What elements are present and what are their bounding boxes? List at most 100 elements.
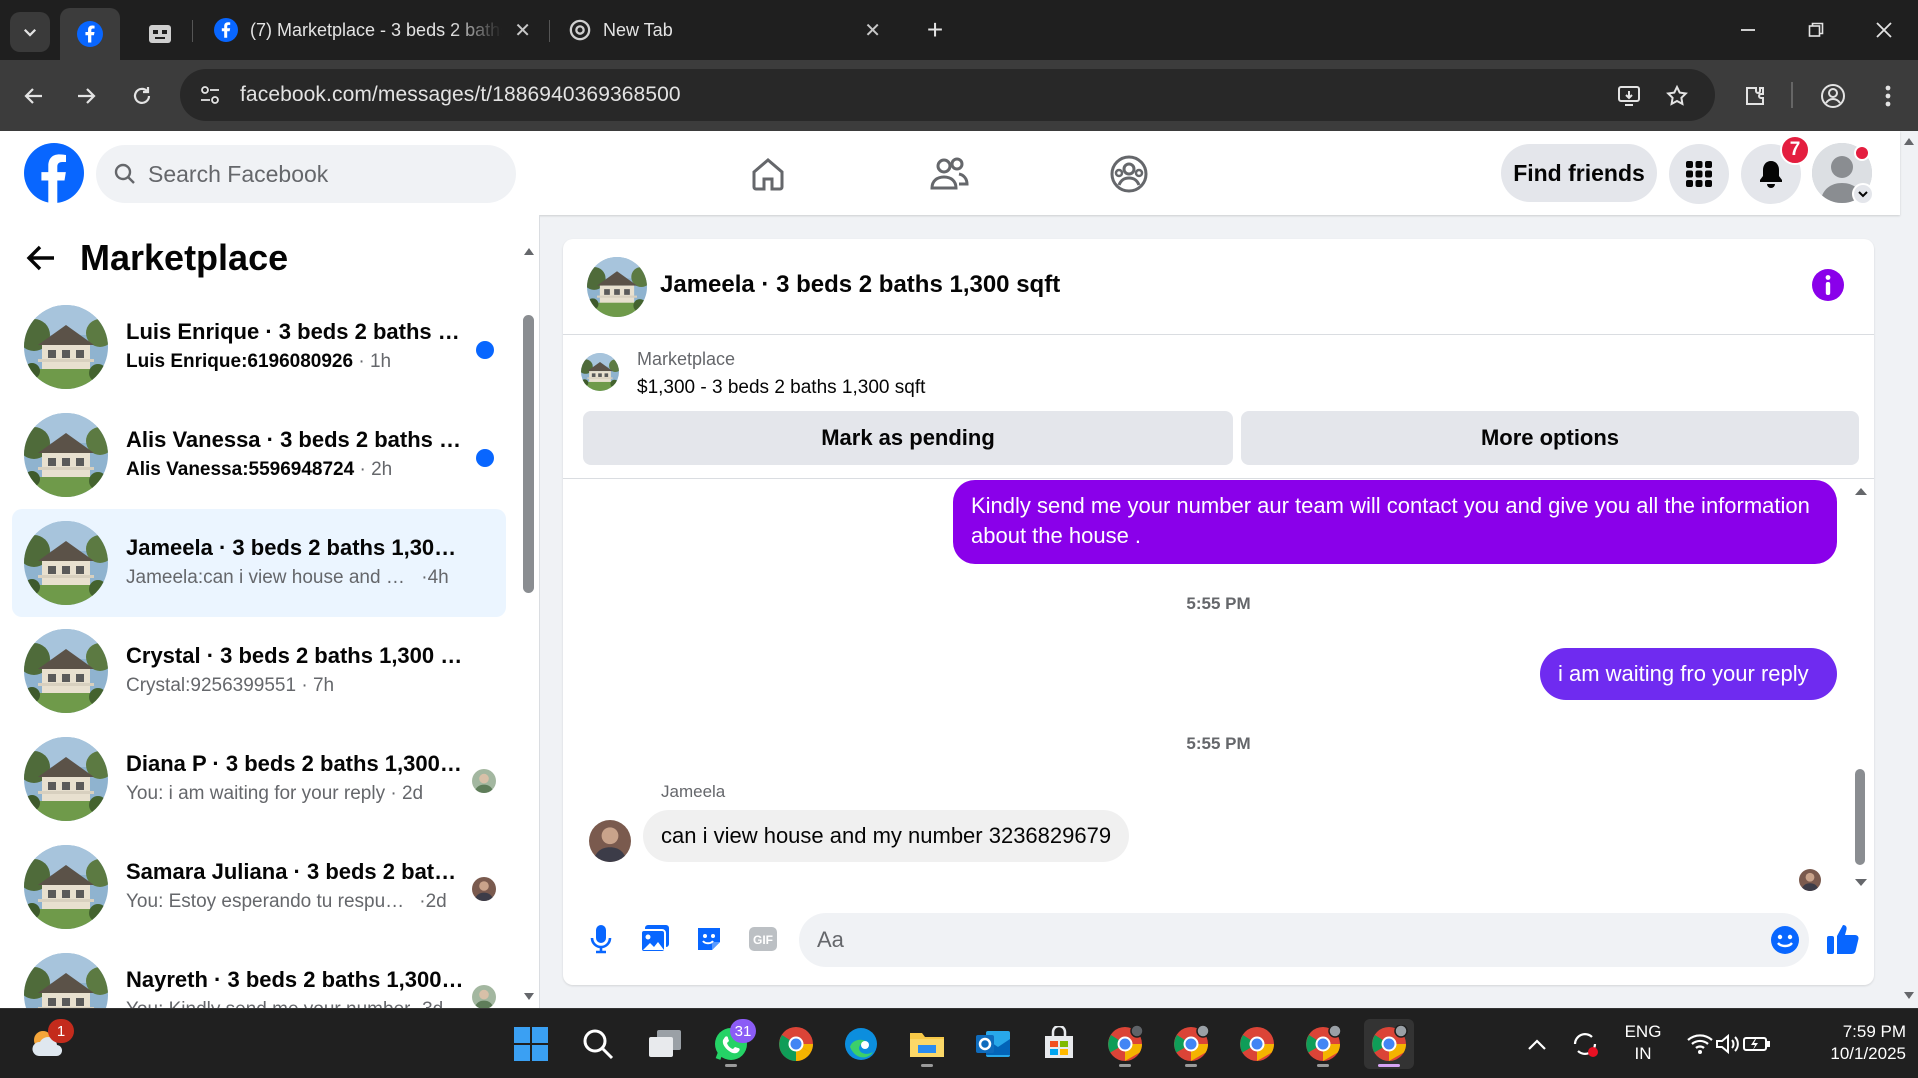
seen-avatar: [472, 985, 496, 1008]
listing-thumbnail: [24, 521, 108, 605]
close-icon[interactable]: ✕: [514, 18, 531, 43]
page-scroll-down-arrow-icon[interactable]: [1902, 990, 1916, 1002]
thumbs-up-icon[interactable]: [1821, 917, 1865, 961]
account-chevron-icon[interactable]: [1852, 183, 1874, 205]
home-icon[interactable]: [738, 149, 798, 199]
restore-icon[interactable]: [1796, 10, 1836, 50]
close-icon[interactable]: ✕: [864, 18, 881, 43]
facebook-search[interactable]: [96, 145, 516, 203]
running-indicator: [1317, 1064, 1329, 1067]
start-button[interactable]: [506, 1019, 556, 1069]
sender-avatar[interactable]: [589, 820, 631, 862]
listing-thumbnail: [24, 845, 108, 929]
minimize-icon[interactable]: [1728, 10, 1768, 50]
back-arrow-icon[interactable]: [14, 76, 54, 116]
reload-icon[interactable]: [122, 76, 162, 116]
groups-icon[interactable]: [1099, 149, 1159, 199]
network-volume-battery[interactable]: [1674, 1019, 1784, 1069]
scroll-down-arrow-icon[interactable]: [1853, 877, 1869, 889]
language-indicator[interactable]: ENG IN: [1618, 1021, 1668, 1065]
new-tab-plus-icon[interactable]: +: [917, 12, 953, 48]
conversation-item-active[interactable]: Jameela · 3 beds 2 baths 1,300 sqft Jame…: [12, 509, 506, 617]
mark-as-pending-button[interactable]: Mark as pending: [583, 411, 1233, 465]
taskbar-edge[interactable]: [836, 1019, 886, 1069]
taskbar-chrome-profile-4[interactable]: [1298, 1019, 1348, 1069]
forward-arrow-icon[interactable]: [66, 76, 106, 116]
chrome-menu-icon[interactable]: [1868, 76, 1908, 116]
more-options-button[interactable]: More options: [1241, 411, 1859, 465]
friends-icon[interactable]: [919, 149, 979, 199]
info-icon[interactable]: [1810, 267, 1846, 303]
conversation-preview: You: Kindly send me your number: [126, 999, 410, 1008]
back-arrow-icon[interactable]: [26, 244, 56, 272]
tab-search-button[interactable]: [10, 12, 50, 52]
tray-overflow-chevron-icon[interactable]: [1512, 1019, 1562, 1069]
install-app-icon[interactable]: [1609, 76, 1649, 116]
taskbar-store[interactable]: [1034, 1019, 1084, 1069]
taskbar-chrome-profile-1[interactable]: [1100, 1019, 1150, 1069]
chat-panel: Jameela · 3 beds 2 baths 1,300 sqft Mark…: [563, 239, 1874, 985]
incoming-message[interactable]: can i view house and my number 323682967…: [643, 810, 1130, 862]
conversation-item[interactable]: Alis Vanessa · 3 beds 2 baths 1,300 sqft…: [12, 401, 506, 509]
conversation-item[interactable]: Diana P · 3 beds 2 baths 1,300 sqft You:…: [12, 725, 506, 833]
menu-grid-button[interactable]: [1669, 144, 1729, 204]
emoji-icon[interactable]: [1769, 924, 1801, 956]
conversation-item[interactable]: Crystal · 3 beds 2 baths 1,300 sqft Crys…: [12, 617, 506, 725]
taskbar-chrome-profile-2[interactable]: [1166, 1019, 1216, 1069]
address-bar[interactable]: facebook.com/messages/t/1886940369368500: [180, 69, 1715, 121]
chat-listing-avatar[interactable]: [587, 257, 647, 317]
message-timestamp: 5:55 PM: [1186, 594, 1251, 613]
chat-title[interactable]: Jameela · 3 beds 2 baths 1,300 sqft: [660, 271, 1060, 299]
scroll-up-arrow-icon[interactable]: [1853, 485, 1869, 497]
site-settings-icon[interactable]: [192, 77, 228, 113]
find-friends-button[interactable]: Find friends: [1501, 144, 1657, 202]
sidebar-scroll-thumb[interactable]: [523, 315, 534, 593]
taskbar-whatsapp[interactable]: 31: [706, 1019, 756, 1069]
search-icon: [583, 1029, 614, 1060]
conversation-name: Jameela · 3 beds 2 baths 1,300 sqft: [126, 535, 466, 560]
seen-avatar: [472, 769, 496, 793]
conversation-item[interactable]: Nayreth · 3 beds 2 baths 1,300 sqft You:…: [12, 941, 506, 1008]
thread-scroll-thumb[interactable]: [1855, 769, 1865, 865]
task-view[interactable]: [640, 1019, 690, 1069]
window-close-icon[interactable]: [1864, 10, 1904, 50]
wifi-icon: [1687, 1034, 1713, 1054]
search-input[interactable]: [148, 160, 468, 188]
sync-status-icon[interactable]: [1560, 1019, 1610, 1069]
message-input-box[interactable]: [799, 913, 1809, 967]
facebook-logo-icon[interactable]: [24, 143, 84, 203]
taskbar-file-explorer[interactable]: [902, 1019, 952, 1069]
conversation-name: Samara Juliana · 3 beds 2 baths 1,300 sq…: [126, 859, 466, 884]
sticker-icon[interactable]: [687, 917, 731, 961]
taskbar-chrome[interactable]: [771, 1019, 821, 1069]
message-input[interactable]: [817, 927, 1717, 953]
listing-thumbnail: [24, 413, 108, 497]
profile-icon[interactable]: [1813, 76, 1853, 116]
microphone-icon[interactable]: [579, 917, 623, 961]
tab-new-tab[interactable]: New Tab ✕: [555, 8, 895, 52]
taskbar-chrome-profile-3[interactable]: [1232, 1019, 1282, 1069]
conversation-item[interactable]: Luis Enrique · 3 beds 2 baths 1,300 sqft…: [12, 293, 506, 401]
windows-taskbar: 1 31 ENG IN 7:59 PM 10/1/2025: [0, 1008, 1918, 1078]
photo-icon[interactable]: [633, 917, 677, 961]
extensions-icon[interactable]: [1735, 76, 1775, 116]
pinned-tab-facebook[interactable]: [60, 8, 120, 60]
taskbar-chrome-active[interactable]: [1364, 1019, 1414, 1069]
taskbar-search[interactable]: [573, 1019, 623, 1069]
conversation-item[interactable]: Samara Juliana · 3 beds 2 baths 1,300 sq…: [12, 833, 506, 941]
bookmark-star-icon[interactable]: [1657, 76, 1697, 116]
unread-dot: [476, 449, 494, 467]
search-icon: [114, 163, 135, 184]
chrome-icon: [1174, 1025, 1210, 1061]
gif-icon[interactable]: GIF: [741, 917, 785, 961]
facebook-header: Find friends 7: [0, 131, 1900, 215]
clock[interactable]: 7:59 PM 10/1/2025: [1798, 1021, 1906, 1065]
pinned-tab-2[interactable]: [135, 8, 185, 60]
outgoing-message[interactable]: Kindly send me your number aur team will…: [953, 480, 1837, 564]
conversation-name: Crystal · 3 beds 2 baths 1,300 sqft: [126, 643, 466, 668]
tab-marketplace[interactable]: (7) Marketplace - 3 beds 2 baths 1,300 s…: [200, 8, 545, 52]
taskbar-outlook[interactable]: [968, 1019, 1018, 1069]
weather-widget[interactable]: 1: [22, 1019, 74, 1069]
outgoing-message[interactable]: i am waiting fro your reply: [1540, 648, 1837, 700]
page-scroll-up-arrow-icon[interactable]: [1902, 135, 1916, 147]
